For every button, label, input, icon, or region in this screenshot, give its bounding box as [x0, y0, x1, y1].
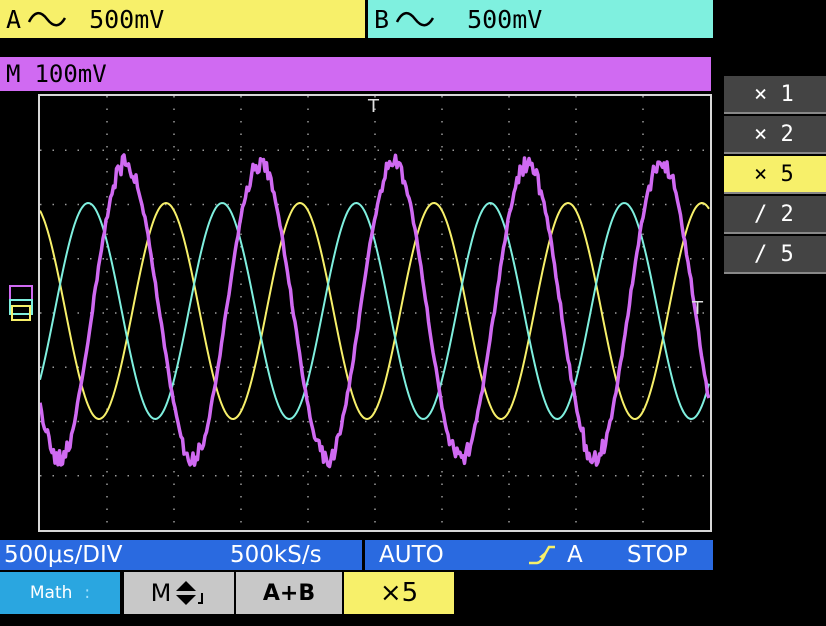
zoom-factor-softkey[interactable]: ×5 [344, 572, 454, 614]
sum-a-plus-b-softkey[interactable]: A+B [236, 572, 342, 614]
waveform-display[interactable] [38, 94, 712, 532]
zoom-div2-button[interactable]: / 2 [724, 196, 826, 234]
status-bar: 500μs/DIV 500kS/s AUTO A STOP [0, 540, 713, 570]
sum-a-plus-b-label: A+B [263, 581, 315, 606]
status-divider [362, 540, 365, 570]
zoom-factor-label: ×5 [380, 578, 418, 608]
trigger-mode-value[interactable]: AUTO [367, 542, 527, 568]
channel-b-header[interactable]: B 500mV [368, 0, 713, 38]
channel-a-name: A [6, 5, 21, 34]
channel-b-trace [40, 203, 709, 419]
trigger-position-marker[interactable]: T [368, 96, 379, 117]
channel-b-name: B [374, 5, 389, 34]
rising-edge-icon [527, 544, 557, 566]
math-position-softkey[interactable]: M [124, 572, 234, 614]
math-trace [40, 155, 709, 467]
math-softkey[interactable]: Math : [0, 572, 120, 614]
trigger-source-value[interactable]: A [567, 542, 623, 568]
channel-a-trace [40, 203, 709, 419]
math-channel-header[interactable]: M 100mV [0, 57, 711, 91]
ground-reference-icon[interactable] [6, 284, 36, 328]
ac-coupling-icon [27, 6, 67, 32]
trigger-level-marker[interactable]: T [692, 298, 703, 319]
sample-rate-value: 500kS/s [230, 542, 362, 568]
zoom-x2-button[interactable]: × 2 [724, 116, 826, 154]
up-down-arrows-icon [173, 579, 207, 607]
timebase-value[interactable]: 500μs/DIV [4, 542, 230, 568]
channel-a-scale: 500mV [89, 5, 164, 34]
ac-coupling-icon [395, 6, 435, 32]
softkey-bar: Math : M A+B ×5 [0, 572, 826, 614]
run-state-value[interactable]: STOP [623, 542, 688, 568]
math-softkey-indicator: : [84, 583, 90, 603]
math-scale: 100mV [34, 60, 106, 88]
zoom-div5-button[interactable]: / 5 [724, 236, 826, 274]
channel-a-header[interactable]: A 500mV [0, 0, 365, 38]
waveform-plot [40, 96, 710, 530]
zoom-x5-button[interactable]: × 5 [724, 156, 826, 194]
channel-b-scale: 500mV [467, 5, 542, 34]
math-label: M [6, 60, 20, 88]
math-softkey-label: Math [30, 583, 73, 603]
zoom-x1-button[interactable]: × 1 [724, 76, 826, 114]
math-position-label: M [151, 579, 172, 607]
